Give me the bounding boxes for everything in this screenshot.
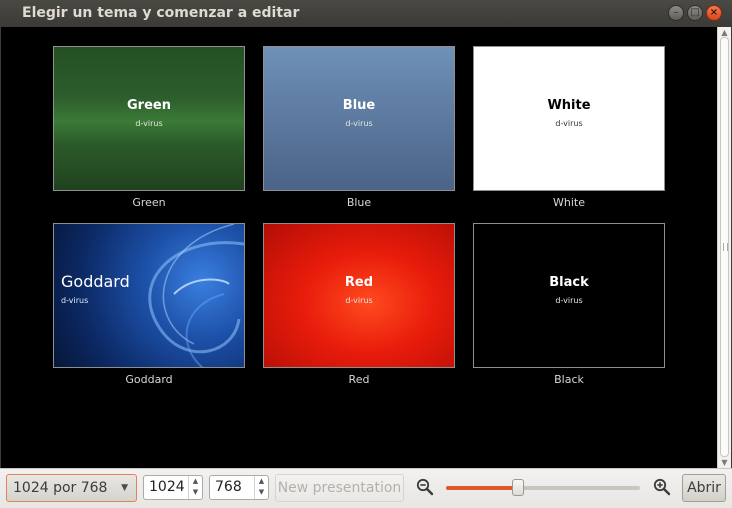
scroll-down-icon[interactable]: ▼: [720, 458, 729, 467]
new-presentation-button[interactable]: New presentation: [275, 474, 404, 502]
theme-label-black: Black: [554, 373, 584, 386]
theme-label-red: Red: [348, 373, 370, 386]
width-value: 1024: [149, 479, 185, 495]
grip-icon: [723, 243, 728, 251]
theme-item-green[interactable]: Green d-virus Green: [53, 46, 245, 209]
theme-item-red[interactable]: Red d-virus Red: [263, 223, 455, 386]
slide-size-value: 1024 por 768: [13, 480, 108, 496]
theme-label-green: Green: [132, 196, 166, 209]
vertical-scrollbar[interactable]: ▲ ▼: [717, 27, 731, 468]
theme-thumbnail-black[interactable]: Black d-virus: [473, 223, 665, 368]
theme-thumbnail-white[interactable]: White d-virus: [473, 46, 665, 191]
zoom-in-icon[interactable]: [653, 478, 671, 496]
maximize-icon: □: [690, 7, 700, 18]
theme-label-white: White: [553, 196, 585, 209]
theme-item-goddard[interactable]: Goddard d-virus Goddard: [53, 223, 245, 386]
width-stepper[interactable]: ▲ ▼: [188, 476, 202, 499]
zoom-slider-handle[interactable]: [512, 479, 524, 496]
theme-thumbnail-goddard[interactable]: Goddard d-virus: [53, 223, 245, 368]
minimize-button[interactable]: –: [668, 5, 684, 21]
theme-label-blue: Blue: [346, 196, 372, 209]
window-controls: – □ ×: [668, 5, 722, 21]
close-icon: ×: [709, 7, 719, 18]
height-increment-icon[interactable]: ▲: [255, 476, 268, 487]
thumbnail-title: Goddard: [61, 272, 130, 291]
theme-thumbnail-green[interactable]: Green d-virus: [53, 46, 245, 191]
slide-size-dropdown[interactable]: 1024 por 768 ▼: [6, 474, 137, 502]
height-spinbox[interactable]: 768 ▲ ▼: [209, 475, 269, 500]
width-decrement-icon[interactable]: ▼: [189, 487, 202, 498]
theme-label-goddard: Goddard: [125, 373, 173, 386]
theme-thumbnail-blue[interactable]: Blue d-virus: [263, 46, 455, 191]
theme-gallery: Green d-virus Green Blue d-virus Blue Wh…: [1, 27, 717, 468]
zoom-slider[interactable]: [446, 479, 640, 496]
height-value: 768: [215, 479, 242, 495]
thumbnail-subtitle: d-virus: [345, 296, 373, 305]
thumbnail-title: Black: [549, 275, 589, 290]
bottom-toolbar: 1024 por 768 ▼ 1024 ▲ ▼ 768 ▲ ▼ New pres…: [0, 468, 732, 508]
thumbnail-title: White: [547, 98, 591, 113]
chevron-down-icon: ▼: [121, 483, 128, 493]
width-spinbox[interactable]: 1024 ▲ ▼: [143, 475, 203, 500]
thumbnail-title: Blue: [342, 98, 376, 113]
thumbnail-subtitle: d-virus: [61, 296, 89, 305]
maximize-button[interactable]: □: [687, 5, 703, 21]
window-title: Elegir un tema y comenzar a editar: [22, 5, 300, 21]
minimize-icon: –: [673, 7, 679, 18]
height-decrement-icon[interactable]: ▼: [255, 487, 268, 498]
width-increment-icon[interactable]: ▲: [189, 476, 202, 487]
thumbnail-subtitle: d-virus: [555, 296, 583, 305]
scrollbar-thumb[interactable]: [720, 37, 729, 457]
thumbnail-subtitle: d-virus: [135, 119, 163, 128]
height-stepper[interactable]: ▲ ▼: [254, 476, 268, 499]
theme-item-black[interactable]: Black d-virus Black: [473, 223, 665, 386]
close-button[interactable]: ×: [706, 5, 722, 21]
scroll-up-icon[interactable]: ▲: [720, 28, 729, 37]
title-bar: Elegir un tema y comenzar a editar – □ ×: [0, 0, 732, 27]
thumbnail-subtitle: d-virus: [555, 119, 583, 128]
zoom-out-icon[interactable]: [416, 478, 434, 496]
theme-thumbnail-red[interactable]: Red d-virus: [263, 223, 455, 368]
thumbnail-title: Red: [344, 275, 374, 290]
thumbnail-title: Green: [127, 98, 171, 113]
zoom-slider-fill: [446, 486, 518, 490]
thumbnail-subtitle: d-virus: [345, 119, 373, 128]
open-button[interactable]: Abrir: [682, 474, 726, 502]
theme-item-white[interactable]: White d-virus White: [473, 46, 665, 209]
theme-item-blue[interactable]: Blue d-virus Blue: [263, 46, 455, 209]
